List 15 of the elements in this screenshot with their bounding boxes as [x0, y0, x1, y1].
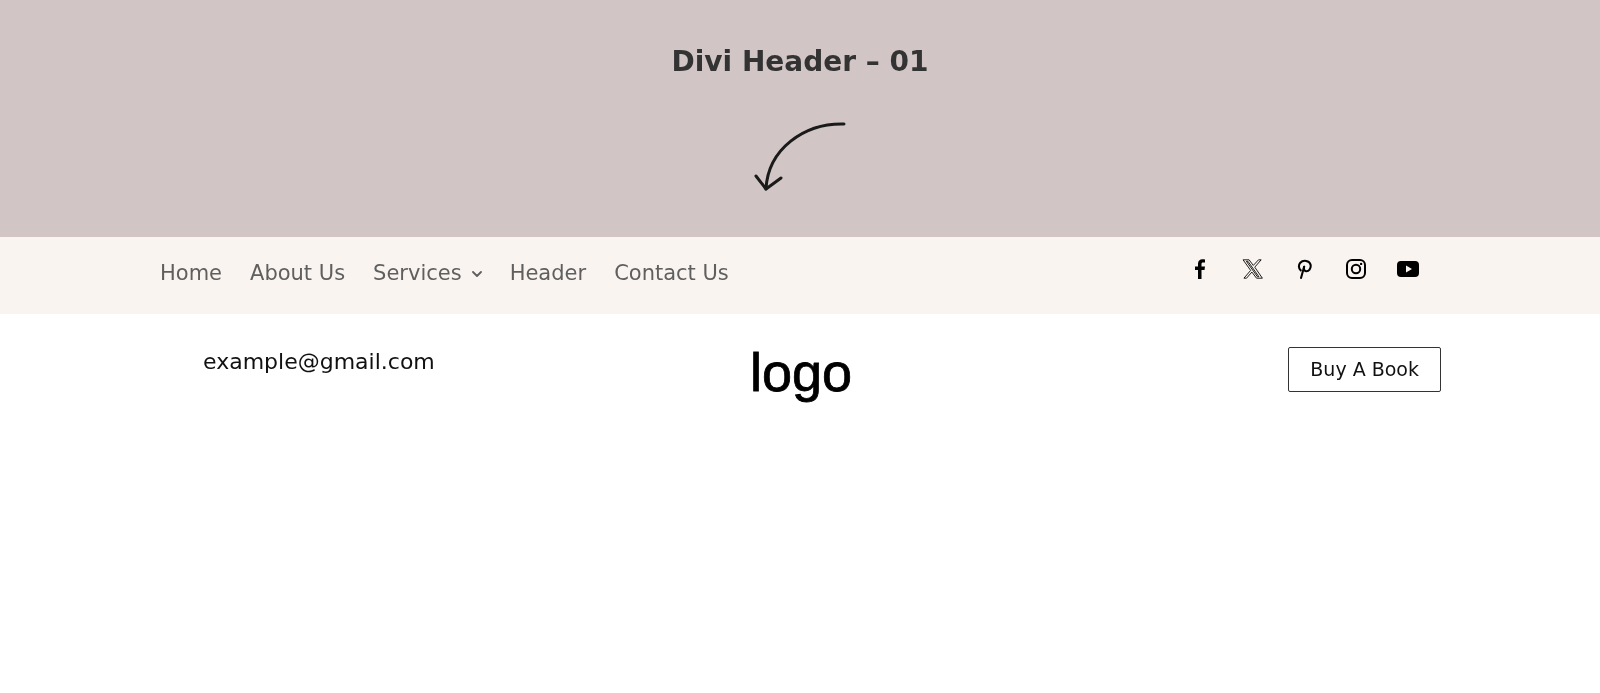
x-icon[interactable] — [1241, 258, 1263, 279]
nav-link[interactable]: Services — [373, 258, 482, 285]
logo[interactable]: logo — [747, 340, 855, 404]
nav-link[interactable]: Header — [509, 258, 587, 285]
youtube-icon[interactable] — [1397, 260, 1419, 277]
pinterest-icon[interactable] — [1296, 258, 1312, 279]
page-title: Divi Header – 01 — [671, 44, 929, 80]
facebook-icon[interactable] — [1195, 258, 1205, 279]
email-text: example@gmail.com — [203, 349, 435, 375]
nav-link[interactable]: Home — [160, 258, 222, 285]
chevron-down-icon — [471, 271, 482, 277]
buy-book-button[interactable]: Buy A Book — [1288, 347, 1441, 392]
nav-link[interactable]: About Us — [250, 258, 346, 285]
instagram-icon[interactable] — [1346, 258, 1366, 279]
nav-link[interactable]: Contact Us — [614, 258, 729, 285]
